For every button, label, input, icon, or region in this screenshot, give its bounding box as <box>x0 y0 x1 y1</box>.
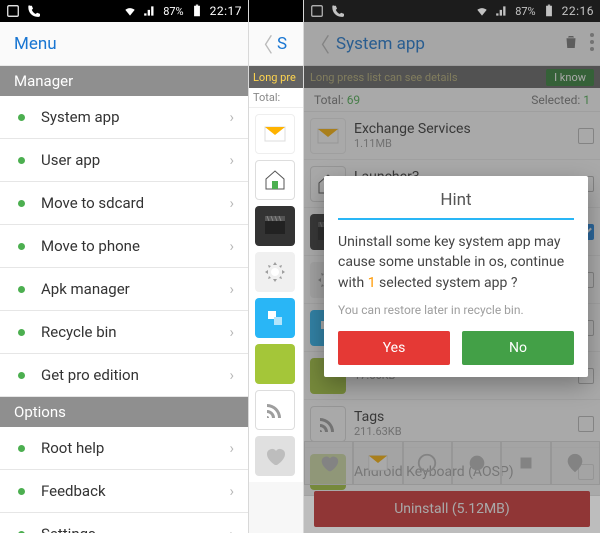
menu-item-label: User app <box>41 151 229 169</box>
menu-item-label: Move to sdcard <box>41 194 229 212</box>
wifi-icon <box>123 4 137 18</box>
signal-icon <box>143 4 157 18</box>
bullet-icon <box>18 329 25 336</box>
status-bar <box>249 0 303 22</box>
clock-text: 22:17 <box>210 4 242 18</box>
app-icon[interactable] <box>255 298 295 338</box>
dialog-title: Hint <box>338 190 574 210</box>
chevron-right-icon: › <box>229 323 234 341</box>
screenshot-icon <box>6 4 20 18</box>
menu-item-label: Apk manager <box>41 280 229 298</box>
chevron-right-icon: › <box>229 439 234 457</box>
bullet-icon <box>18 200 25 207</box>
menu-item[interactable]: Move to phone› <box>0 225 248 268</box>
chevron-right-icon: › <box>229 525 234 533</box>
menu-list: ManagerSystem app›User app›Move to sdcar… <box>0 66 248 533</box>
app-icon[interactable] <box>255 390 295 430</box>
chevron-right-icon: › <box>229 151 234 169</box>
menu-item[interactable]: Settings› <box>0 513 248 533</box>
screen-list-sliver: 〈 S Long pre Total: <box>248 0 303 533</box>
chevron-right-icon: › <box>229 280 234 298</box>
screen-system-app: 87% 22:16 〈 System app Long press list c… <box>303 0 600 533</box>
menu-item-label: System app <box>41 108 229 126</box>
menu-item-label: Settings <box>41 525 229 533</box>
app-icon[interactable] <box>255 344 295 384</box>
menu-item-label: Get pro edition <box>41 366 229 384</box>
page-title-initial: S <box>277 34 287 54</box>
dialog-yes-button[interactable]: Yes <box>338 331 450 365</box>
bullet-icon <box>18 243 25 250</box>
dialog-hint: You can restore later in recycle bin. <box>338 303 574 317</box>
dialog-count: 1 <box>368 275 376 291</box>
app-icon[interactable] <box>255 206 295 246</box>
app-icon[interactable] <box>255 436 295 476</box>
app-icon[interactable] <box>255 114 295 154</box>
dialog-no-button[interactable]: No <box>462 331 574 365</box>
totals-row: Total: <box>249 88 303 108</box>
screen-menu: 87% 22:17 Menu ManagerSystem app›User ap… <box>0 0 248 533</box>
bullet-icon <box>18 445 25 452</box>
menu-item[interactable]: System app› <box>0 96 248 139</box>
bullet-icon <box>18 372 25 379</box>
dialog-divider <box>338 218 574 220</box>
menu-item-label: Feedback <box>41 482 229 500</box>
bullet-icon <box>18 114 25 121</box>
hint-banner: Long pre <box>249 66 303 88</box>
chevron-right-icon: › <box>229 237 234 255</box>
back-icon[interactable]: 〈 <box>253 29 273 58</box>
battery-icon <box>190 4 204 18</box>
battery-text: 87% <box>163 5 183 18</box>
section-header: Options <box>0 397 248 427</box>
menu-item[interactable]: User app› <box>0 139 248 182</box>
menu-item[interactable]: Apk manager› <box>0 268 248 311</box>
chevron-right-icon: › <box>229 108 234 126</box>
menu-item[interactable]: Feedback› <box>0 470 248 513</box>
phone-icon <box>26 4 40 18</box>
app-icon[interactable] <box>255 252 295 292</box>
chevron-right-icon: › <box>229 194 234 212</box>
chevron-right-icon: › <box>229 366 234 384</box>
app-icon[interactable] <box>255 160 295 200</box>
dialog-body: Uninstall some key system app may cause … <box>338 232 574 293</box>
menu-item-label: Recycle bin <box>41 323 229 341</box>
menu-title: Menu <box>0 22 248 66</box>
menu-item[interactable]: Move to sdcard› <box>0 182 248 225</box>
topbar: 〈 S <box>249 22 303 66</box>
menu-item[interactable]: Root help› <box>0 427 248 470</box>
menu-item-label: Root help <box>41 439 229 457</box>
bullet-icon <box>18 286 25 293</box>
menu-item-label: Move to phone <box>41 237 229 255</box>
bullet-icon <box>18 157 25 164</box>
menu-item[interactable]: Recycle bin› <box>0 311 248 354</box>
bullet-icon <box>18 488 25 495</box>
menu-item[interactable]: Get pro edition› <box>0 354 248 397</box>
hint-dialog: Hint Uninstall some key system app may c… <box>324 176 588 377</box>
chevron-right-icon: › <box>229 482 234 500</box>
status-bar: 87% 22:17 <box>0 0 248 22</box>
section-header: Manager <box>0 66 248 96</box>
